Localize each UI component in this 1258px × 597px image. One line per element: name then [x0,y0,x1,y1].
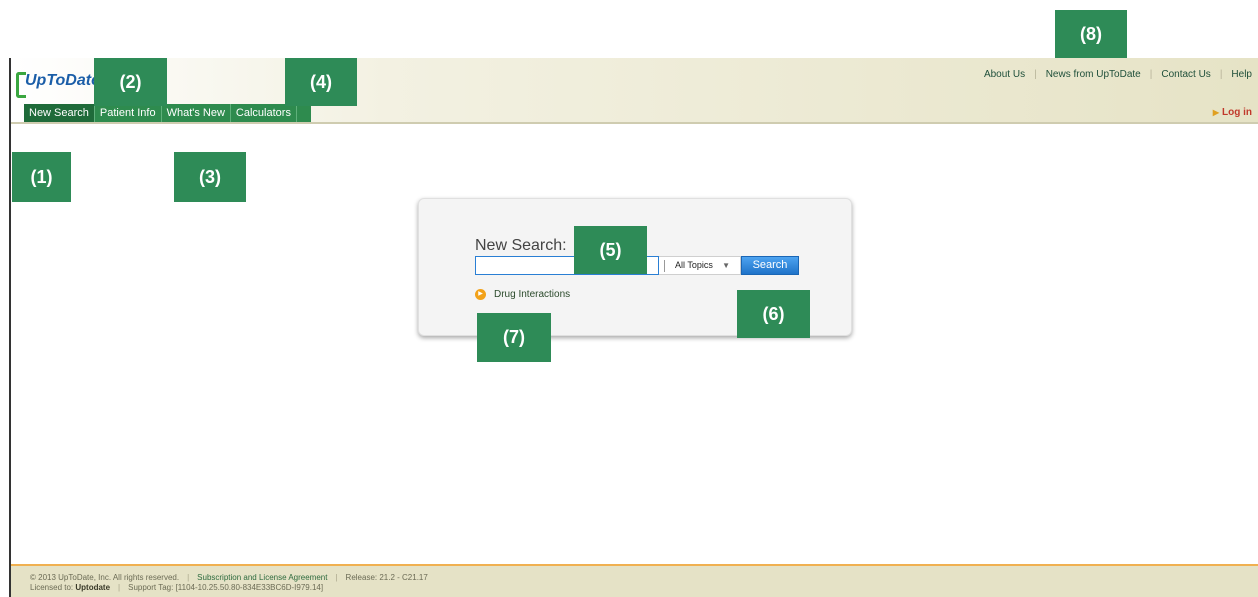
callout-2: (2) [94,58,167,106]
nav-new-search[interactable]: New Search [24,104,95,122]
search-title: New Search: [475,237,567,254]
separator: | [335,573,338,582]
contact-us-link[interactable]: Contact Us [1161,69,1210,80]
help-link[interactable]: Help [1231,69,1252,80]
login-link[interactable]: ▶ Log in [1213,107,1252,118]
caret-down-icon: ▼ [722,261,730,270]
search-button[interactable]: Search [741,256,799,275]
callout-4: (4) [285,58,357,106]
frame-border [9,58,11,597]
about-us-link[interactable]: About Us [984,69,1025,80]
callout-5: (5) [574,226,647,274]
logo-text: UpToDate [25,72,100,89]
support-tag: Support Tag: [1104-10.25.50.80-834E33BC6… [128,583,324,592]
separator: | [187,573,190,582]
arrow-right-icon: ▶ [1212,108,1219,117]
footer-line-1: © 2013 UpToDate, Inc. All rights reserve… [30,573,1258,583]
drug-interactions-link[interactable]: ▶ Drug Interactions [475,289,570,300]
footer: © 2013 UpToDate, Inc. All rights reserve… [11,566,1258,597]
play-circle-icon: ▶ [475,289,486,300]
drug-interactions-label: Drug Interactions [494,289,571,300]
licensed-label: Licensed to: [30,583,74,592]
separator: | [118,583,121,592]
page: UpToDate New Search Patient Info What's … [0,0,1258,597]
news-link[interactable]: News from UpToDate [1046,69,1141,80]
release-text: Release: 21.2 - C21.17 [345,573,428,582]
topics-label: All Topics [675,260,713,270]
callout-7: (7) [477,313,551,362]
login-label: Log in [1222,107,1252,118]
nav-patient-info[interactable]: Patient Info [95,104,162,122]
footer-line-2: Licensed to: Uptodate | Support Tag: [1104… [30,583,1258,593]
link-separator: | [1149,69,1153,80]
nav-calculators[interactable]: Calculators [231,104,297,122]
callout-8: (8) [1055,10,1127,58]
topics-dropdown[interactable]: All Topics ▼ [659,256,741,275]
nav-whats-new[interactable]: What's New [162,104,231,122]
link-separator: | [1034,69,1037,80]
callout-1: (1) [12,152,71,202]
copyright-text: © 2013 UpToDate, Inc. All rights reserve… [30,573,180,582]
callout-3: (3) [174,152,246,202]
licensed-to: Uptodate [75,583,111,592]
callout-6: (6) [737,290,810,338]
nav-tail [296,104,311,122]
top-links: About Us | News from UpToDate | Contact … [984,69,1252,80]
link-separator: | [1219,69,1223,80]
divider [664,260,665,272]
subscription-link[interactable]: Subscription and License Agreement [197,573,327,582]
main-nav: New Search Patient Info What's New Calcu… [24,104,311,122]
